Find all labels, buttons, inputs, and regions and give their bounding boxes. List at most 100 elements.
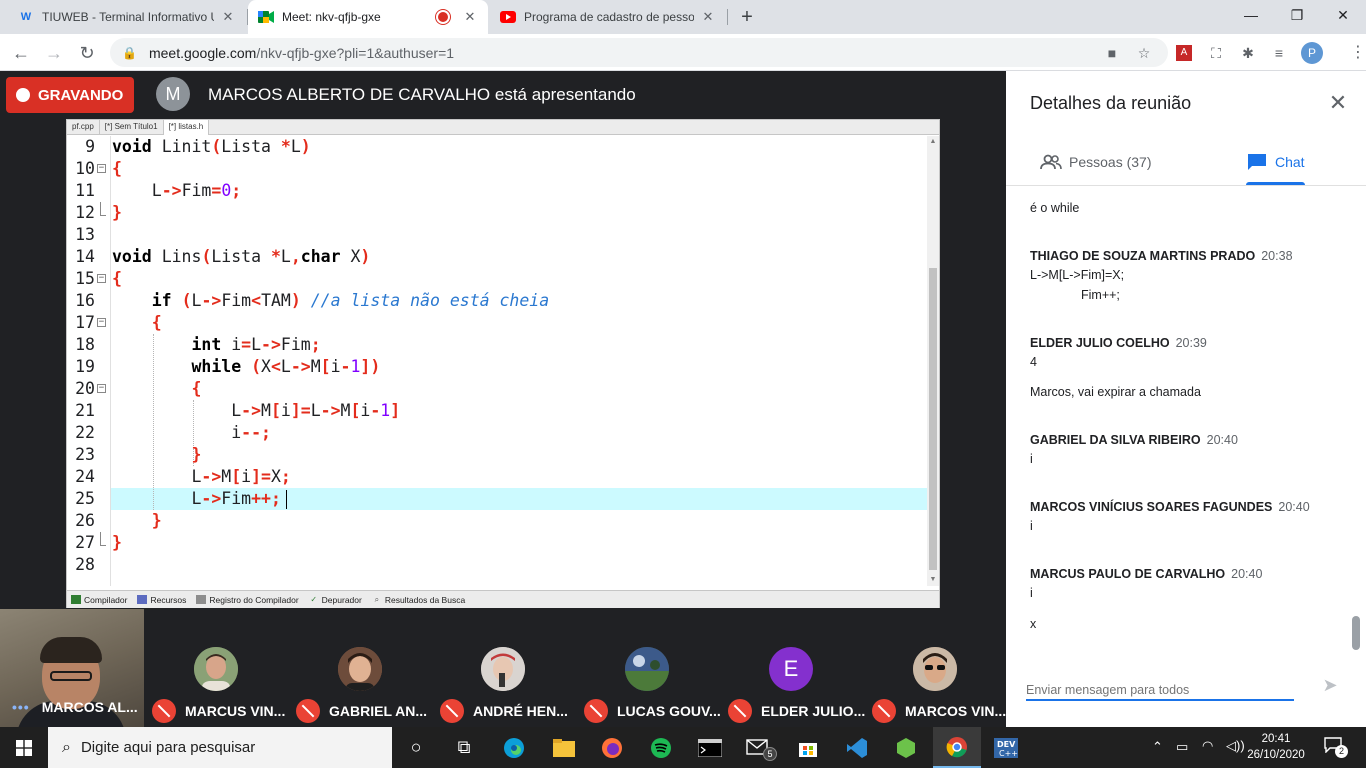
devcpp-icon[interactable]: DEV C++ bbox=[982, 727, 1030, 768]
store-icon[interactable] bbox=[784, 727, 832, 768]
line-number: 21 bbox=[75, 401, 95, 420]
task-view-icon[interactable]: ⧉ bbox=[440, 727, 488, 768]
chat-message-header: GABRIEL DA SILVA RIBEIRO 20:40 bbox=[1030, 433, 1238, 447]
edge-icon[interactable] bbox=[490, 727, 538, 768]
tab-separator bbox=[727, 9, 728, 25]
code-editor[interactable]: 9 void Linit(Lista *L) 10 − { 11 L->Fim=… bbox=[67, 136, 927, 586]
new-tab-button[interactable]: + bbox=[736, 6, 758, 28]
chat-message-input[interactable] bbox=[1026, 675, 1294, 701]
resources-icon bbox=[137, 595, 148, 604]
tab-people[interactable]: Pessoas (37) bbox=[1040, 138, 1151, 186]
fold-toggle-icon[interactable]: − bbox=[97, 318, 106, 327]
back-button[interactable]: ← bbox=[8, 40, 34, 66]
spotify-icon[interactable] bbox=[637, 727, 685, 768]
profile-avatar[interactable]: P bbox=[1301, 42, 1323, 64]
browser-menu-icon[interactable]: ⋮ bbox=[1350, 42, 1366, 62]
taskbar-search-box[interactable]: ⌕ Digite aqui para pesquisar bbox=[48, 727, 392, 768]
line-number: 25 bbox=[75, 489, 95, 508]
reload-button[interactable]: ↻ bbox=[74, 40, 100, 66]
close-panel-icon[interactable]: ✕ bbox=[1326, 90, 1350, 115]
bookmark-star-icon[interactable]: ☆ bbox=[1134, 43, 1154, 63]
resources-tab[interactable]: Recursos bbox=[137, 595, 186, 605]
sender-name: GABRIEL DA SILVA RIBEIRO bbox=[1030, 433, 1201, 447]
browser-tab-tiuweb[interactable]: W TIUWEB - Terminal Informativo U ✕ bbox=[8, 0, 246, 34]
search-placeholder: Digite aqui para pesquisar bbox=[80, 739, 256, 756]
line-code: { bbox=[112, 159, 122, 178]
tiuweb-icon: W bbox=[20, 11, 32, 23]
firefox-icon[interactable] bbox=[588, 727, 636, 768]
line-number: 24 bbox=[75, 467, 95, 486]
camera-in-use-icon[interactable]: ■ bbox=[1102, 43, 1122, 63]
scroll-up-arrow-icon[interactable]: ▲ bbox=[927, 136, 939, 148]
compiler-tab[interactable]: Compilador bbox=[71, 595, 127, 605]
code-line: 11 L->Fim=0; bbox=[67, 180, 927, 202]
participant-name: MARCUS VIN... bbox=[152, 699, 285, 723]
chrome-icon[interactable] bbox=[933, 727, 981, 768]
windows-start-button[interactable] bbox=[0, 727, 48, 768]
lock-icon: 🔒 bbox=[122, 45, 137, 60]
fold-toggle-icon[interactable]: − bbox=[97, 384, 106, 393]
taskbar-clock[interactable]: 20:41 26/10/2020 bbox=[1247, 731, 1305, 763]
browser-tab-strip: W TIUWEB - Terminal Informativo U ✕ Meet… bbox=[0, 0, 1366, 34]
code-line: 14 void Lins(Lista *L,char X) bbox=[67, 246, 927, 268]
ide-file-tab-active[interactable]: [*] listas.h bbox=[163, 120, 210, 135]
scroll-down-arrow-icon[interactable]: ▼ bbox=[927, 574, 939, 586]
wifi-icon[interactable]: ◠ bbox=[1202, 738, 1213, 754]
debugger-tab[interactable]: ✓ Depurador bbox=[309, 595, 362, 605]
ide-file-tabs: pf.cpp [*] Sem Título1 [*] listas.h bbox=[67, 120, 939, 135]
fold-toggle-icon[interactable]: − bbox=[97, 164, 106, 173]
close-window-button[interactable]: ✕ bbox=[1320, 0, 1366, 30]
close-tab-icon[interactable]: ✕ bbox=[700, 9, 716, 25]
participant-avatar: E bbox=[769, 647, 813, 691]
fold-toggle-icon[interactable]: − bbox=[97, 274, 106, 283]
code-line-current: 25 L->Fim++; bbox=[67, 488, 927, 510]
speaking-indicator-icon: ••• bbox=[12, 699, 30, 715]
scrollbar-thumb[interactable] bbox=[929, 268, 937, 570]
editor-vertical-scrollbar[interactable]: ▲ ▼ bbox=[927, 136, 939, 586]
fold-end-marker bbox=[100, 202, 106, 216]
notification-center-icon[interactable]: 2 bbox=[1324, 737, 1348, 758]
code-line: 9 void Linit(Lista *L) bbox=[67, 136, 927, 158]
pdf-extension-icon[interactable]: A bbox=[1173, 42, 1195, 64]
chat-message-list[interactable]: é o while THIAGO DE SOUZA MARTINS PRADO 2… bbox=[1006, 186, 1366, 656]
line-number: 11 bbox=[75, 181, 95, 200]
browser-tab-youtube[interactable]: Programa de cadastro de pessoa ✕ bbox=[490, 0, 726, 34]
show-hidden-icons-icon[interactable]: ⌃ bbox=[1152, 739, 1163, 755]
file-explorer-icon[interactable] bbox=[540, 727, 588, 768]
windows-taskbar: ⌕ Digite aqui para pesquisar ○ ⧉ 5 DEV C+… bbox=[0, 727, 1366, 768]
browser-tab-meet[interactable]: Meet: nkv-qfjb-gxe ✕ bbox=[248, 0, 488, 34]
media-queue-icon[interactable]: ≡ bbox=[1268, 42, 1290, 64]
search-results-tab[interactable]: ⌕ Resultados da Busca bbox=[372, 595, 466, 605]
cortana-icon[interactable]: ○ bbox=[392, 727, 440, 768]
chat-scrollbar-thumb[interactable] bbox=[1352, 616, 1360, 650]
sender-name: ELDER JULIO COELHO bbox=[1030, 336, 1170, 350]
line-code: } bbox=[112, 203, 122, 222]
screen-capture-icon[interactable]: ⛶ bbox=[1205, 42, 1227, 64]
minimize-window-button[interactable]: — bbox=[1228, 0, 1274, 30]
close-tab-icon[interactable]: ✕ bbox=[220, 9, 236, 25]
line-number: 9 bbox=[85, 137, 95, 156]
self-video-tile[interactable]: ••• MARCOS AL... bbox=[0, 609, 144, 727]
compile-log-tab[interactable]: Registro do Compilador bbox=[196, 595, 299, 605]
chat-compose-area: ➤ bbox=[1006, 661, 1366, 727]
svg-text:C++: C++ bbox=[999, 749, 1018, 758]
tab-chat[interactable]: Chat bbox=[1246, 138, 1305, 186]
ide-file-tab[interactable]: [*] Sem Título1 bbox=[100, 120, 164, 135]
nodejs-icon[interactable] bbox=[882, 727, 930, 768]
address-bar[interactable]: 🔒 meet.google.com/nkv-qfjb-gxe?pli=1&aut… bbox=[110, 38, 1168, 67]
restore-window-button[interactable]: ❐ bbox=[1274, 0, 1320, 30]
vscode-icon[interactable] bbox=[833, 727, 881, 768]
notification-count-badge: 2 bbox=[1335, 745, 1348, 758]
battery-icon[interactable]: ▭ bbox=[1176, 739, 1188, 755]
mail-icon[interactable]: 5 bbox=[735, 727, 783, 768]
close-tab-icon[interactable]: ✕ bbox=[462, 9, 478, 25]
terminal-icon[interactable] bbox=[686, 727, 734, 768]
forward-button[interactable]: → bbox=[41, 40, 67, 66]
send-message-icon[interactable]: ➤ bbox=[1318, 673, 1342, 697]
ide-file-tab[interactable]: pf.cpp bbox=[67, 120, 100, 135]
extensions-puzzle-icon[interactable]: ✱ bbox=[1237, 42, 1259, 64]
volume-icon[interactable]: ◁)) bbox=[1226, 738, 1245, 754]
line-code: int i=L->Fim; bbox=[191, 335, 321, 354]
code-line: 23 } bbox=[67, 444, 927, 466]
sender-name: MARCUS PAULO DE CARVALHO bbox=[1030, 567, 1226, 581]
